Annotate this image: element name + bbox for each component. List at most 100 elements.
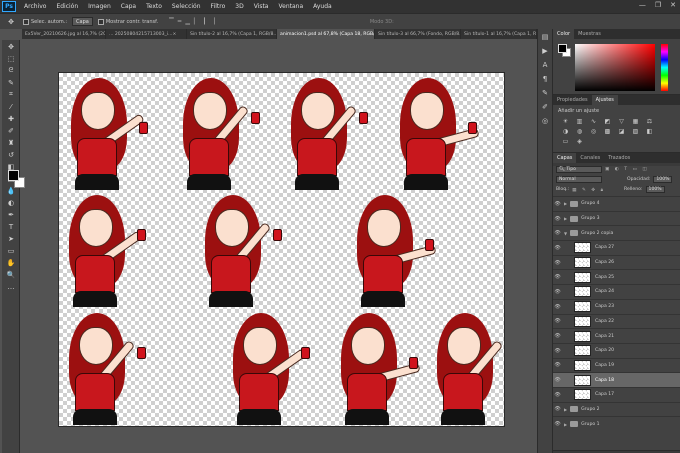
visibility-eye-icon[interactable]: 👁︎ <box>553 318 562 324</box>
tab-paths[interactable]: Trazados <box>604 153 634 163</box>
crop-tool-icon[interactable]: ⌗ <box>4 89 18 100</box>
black-white-icon[interactable]: ◑ <box>561 128 570 136</box>
expand-arrow-icon[interactable]: ▶ <box>564 422 567 427</box>
restore-button[interactable]: ❐ <box>655 1 661 9</box>
layer-row[interactable]: 👁︎ Capa 22 <box>553 313 680 329</box>
document-tab[interactable]: Sin título-3 al 66,7% (Fondo, RGB/8... × <box>375 29 461 39</box>
visibility-eye-icon[interactable]: 👁︎ <box>553 421 562 427</box>
threshold-icon[interactable]: ◧ <box>645 128 654 136</box>
hue-slider[interactable] <box>661 44 668 91</box>
layer-row[interactable]: 👁︎ ▶ Grupo 4 <box>553 196 680 211</box>
align-left-icon[interactable]: ▏ <box>194 18 199 25</box>
fill-input[interactable]: 100% <box>645 186 665 193</box>
brushes-panel-icon[interactable]: ✐ <box>540 103 550 113</box>
layer-row[interactable]: 👁︎ ▶ Grupo 1 <box>553 416 680 431</box>
layer-row[interactable]: 👁︎ Capa 26 <box>553 254 680 270</box>
visibility-eye-icon[interactable]: 👁︎ <box>553 377 562 383</box>
menu-item[interactable]: Imagen <box>83 3 116 10</box>
menu-item[interactable]: Capa <box>116 3 141 10</box>
tab-properties[interactable]: Propiedades <box>553 95 592 105</box>
menu-item[interactable]: Ventana <box>273 3 308 10</box>
vibrance-icon[interactable]: ▽ <box>617 118 626 126</box>
filter-type-icons[interactable]: ▣ ◐ T ▭ ◫ <box>605 167 649 172</box>
visibility-eye-icon[interactable]: 👁︎ <box>553 348 562 354</box>
type-tool-icon[interactable]: T <box>4 221 18 232</box>
layer-row[interactable]: 👁︎ Capa 18 <box>553 372 680 387</box>
layer-row[interactable]: 👁︎ ▶ Grupo 3 <box>553 210 680 226</box>
align-middle-icon[interactable]: ═ <box>178 18 182 25</box>
eyedropper-tool-icon[interactable]: ⁄ <box>4 101 18 112</box>
layer-row[interactable]: 👁︎ Capa 21 <box>553 328 680 343</box>
document-tab[interactable]: Sin título-2 al 16,7% (Capa 1, RGB/8... … <box>187 29 277 39</box>
lasso-tool-icon[interactable]: ᘓ <box>4 65 18 76</box>
history-brush-tool-icon[interactable]: ↺ <box>4 149 18 160</box>
menu-item[interactable]: Archivo <box>19 3 51 10</box>
tab-color[interactable]: Color <box>553 29 575 39</box>
document-tab[interactable]: Ex5Ver_20210626.jpg al 16,7% (2007... × <box>22 29 106 39</box>
tab-swatches[interactable]: Muestras <box>574 29 605 39</box>
opacity-input[interactable]: 100% <box>653 176 673 183</box>
brightness-icon[interactable]: ☀ <box>561 118 570 126</box>
marquee-tool-icon[interactable]: ⬚ <box>4 53 18 64</box>
layer-row[interactable]: 👁︎ Capa 20 <box>553 342 680 358</box>
layer-row[interactable]: 👁︎ ▶ Grupo 2 <box>553 401 680 417</box>
menu-item[interactable]: Vista <box>249 3 274 10</box>
layer-row[interactable]: 👁︎ ▼ Grupo 2 copia <box>553 225 680 240</box>
auto-select-checkbox[interactable]: Selec. autom.: <box>23 18 67 25</box>
photo-filter-icon[interactable]: ◍ <box>575 128 584 136</box>
visibility-eye-icon[interactable]: 👁︎ <box>553 333 562 339</box>
hand-tool-icon[interactable]: ✋ <box>4 257 18 268</box>
visibility-eye-icon[interactable]: 👁︎ <box>553 304 562 310</box>
selective-color-icon[interactable]: ◈ <box>575 138 584 146</box>
document-tab[interactable]: animacion1.psd al 67,8% (Capa 18, RGB/8)… <box>277 29 375 39</box>
transform-controls-checkbox[interactable]: Mostrar contr. transf. <box>97 18 158 25</box>
visibility-eye-icon[interactable]: 👁︎ <box>553 406 562 412</box>
document-tab[interactable]: ... 20250804215713003_i... × <box>106 29 187 39</box>
path-select-tool-icon[interactable]: ➤ <box>4 233 18 244</box>
tab-adjustments[interactable]: Ajustes <box>591 95 618 105</box>
menu-item[interactable]: 3D <box>230 3 248 10</box>
layer-row[interactable]: 👁︎ Capa 24 <box>553 284 680 299</box>
history-panel-icon[interactable]: ▤ <box>540 33 550 43</box>
visibility-eye-icon[interactable]: 👁︎ <box>553 274 562 280</box>
gradient-map-icon[interactable]: ▭ <box>561 138 570 146</box>
menu-item[interactable]: Filtro <box>206 3 231 10</box>
actions-panel-icon[interactable]: ▶ <box>540 47 550 57</box>
posterize-icon[interactable]: ▨ <box>631 128 640 136</box>
panel-foreground-swatch[interactable] <box>558 44 567 53</box>
paragraph-panel-icon[interactable]: ¶ <box>540 75 550 85</box>
visibility-eye-icon[interactable]: 👁︎ <box>553 201 562 207</box>
color-field[interactable] <box>575 44 655 91</box>
document-canvas[interactable] <box>58 72 505 427</box>
zoom-tool-icon[interactable]: 🔍 <box>4 269 18 280</box>
layer-row[interactable]: 👁︎ Capa 19 <box>553 357 680 373</box>
menu-item[interactable]: Ayuda <box>308 3 337 10</box>
more-tools-icon[interactable]: … <box>4 281 18 292</box>
tab-channels[interactable]: Canales <box>576 153 604 163</box>
auto-select-dropdown[interactable]: Capa <box>72 17 93 26</box>
menu-item[interactable]: Texto <box>141 3 167 10</box>
expand-arrow-icon[interactable]: ▼ <box>564 231 567 236</box>
expand-arrow-icon[interactable]: ▶ <box>564 407 567 412</box>
layer-row[interactable]: 👁︎ Capa 27 <box>553 240 680 255</box>
quick-select-tool-icon[interactable]: ✎ <box>4 77 18 88</box>
visibility-eye-icon[interactable]: 👁︎ <box>553 289 562 295</box>
hue-saturation-icon[interactable]: ▦ <box>631 118 640 126</box>
brush-tool-icon[interactable]: ✐ <box>4 125 18 136</box>
align-bottom-icon[interactable]: ▁ <box>185 18 190 25</box>
minimize-button[interactable]: — <box>639 1 646 9</box>
stamp-tool-icon[interactable]: ♜ <box>4 137 18 148</box>
layer-filter-dropdown[interactable]: 🔍︎ Tipo <box>556 166 602 173</box>
move-tool-icon[interactable]: ✥ <box>4 41 18 52</box>
invert-icon[interactable]: ◪ <box>617 128 626 136</box>
align-right-icon[interactable]: ▕ <box>210 18 215 25</box>
align-center-icon[interactable]: ┃ <box>203 18 207 25</box>
healing-brush-tool-icon[interactable]: ✚ <box>4 113 18 124</box>
pen-tool-icon[interactable]: ✒ <box>4 209 18 220</box>
visibility-eye-icon[interactable]: 👁︎ <box>553 392 562 398</box>
close-tab-icon[interactable]: × <box>172 32 176 37</box>
layer-row[interactable]: 👁︎ Capa 23 <box>553 298 680 314</box>
visibility-eye-icon[interactable]: 👁︎ <box>553 362 562 368</box>
visibility-eye-icon[interactable]: 👁︎ <box>553 216 562 222</box>
shape-tool-icon[interactable]: ▭ <box>4 245 18 256</box>
